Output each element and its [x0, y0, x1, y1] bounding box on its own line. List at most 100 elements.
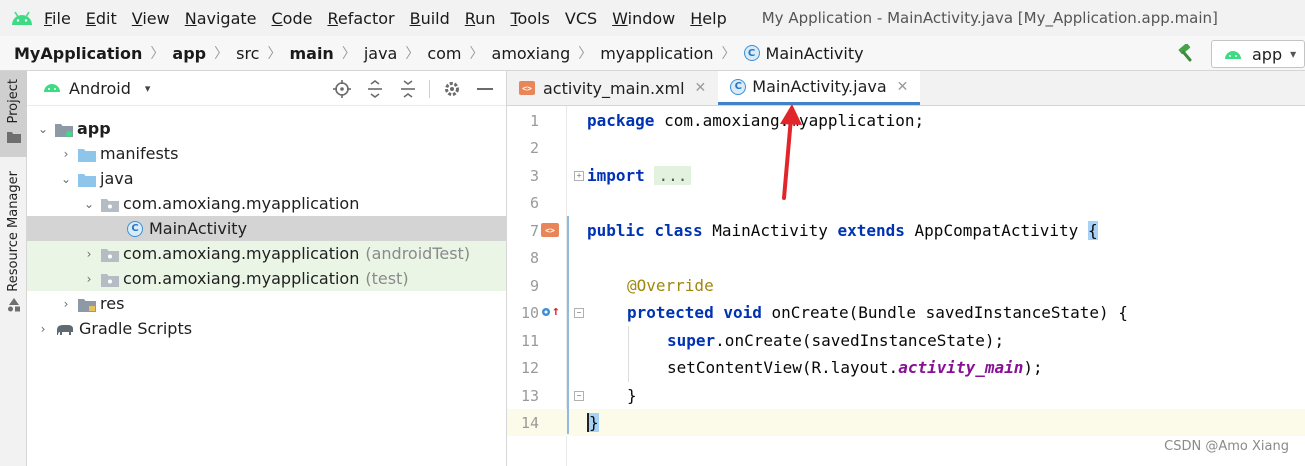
menu-item-edit[interactable]: Edit	[86, 9, 117, 28]
code-line[interactable]: 2	[507, 134, 1305, 161]
chevron-down-icon: ▾	[1290, 47, 1297, 61]
breadcrumb-item-main[interactable]: main	[289, 44, 333, 63]
code-line[interactable]: 12 setContentView(R.layout.activity_main…	[507, 354, 1305, 381]
menu-item-view[interactable]: View	[132, 9, 170, 28]
override-marker-icon[interactable]: ↑	[541, 304, 560, 319]
minimize-icon[interactable]	[474, 78, 496, 100]
menu-item-navigate[interactable]: Navigate	[185, 9, 257, 28]
code-line[interactable]: 6	[507, 189, 1305, 216]
tree-item-manifests[interactable]: › manifests	[27, 141, 506, 166]
breadcrumb-item-src[interactable]: src	[236, 44, 259, 63]
fold-end-icon[interactable]: −	[574, 391, 584, 401]
tree-item-package-test[interactable]: › com.amoxiang.myapplication (test)	[27, 266, 506, 291]
tool-tab-resource-manager[interactable]: Resource Manager	[0, 171, 27, 321]
tree-item-label: manifests	[100, 144, 179, 163]
tree-item-res[interactable]: › res	[27, 291, 506, 316]
run-configuration-select[interactable]: app ▾	[1211, 40, 1305, 68]
line-number: 8	[529, 248, 539, 267]
breadcrumb-separator: 〉	[405, 46, 420, 62]
tool-tab-label: Resource Manager	[6, 171, 21, 292]
tree-item-label: com.amoxiang.myapplication	[123, 244, 360, 263]
chevron-right-icon[interactable]: ›	[58, 146, 74, 162]
menu-item-tools[interactable]: Tools	[510, 9, 549, 28]
menu-item-file[interactable]: File	[44, 9, 71, 28]
resource-shapes-icon	[7, 297, 21, 316]
breadcrumb-separator: 〉	[341, 46, 356, 62]
tree-item-java[interactable]: ⌄ java	[27, 166, 506, 191]
chevron-down-icon[interactable]: ⌄	[81, 196, 97, 212]
tree-item-app[interactable]: ⌄ app	[27, 116, 506, 141]
menu-item-help[interactable]: Help	[690, 9, 726, 28]
package-folder-icon	[101, 197, 119, 212]
build-hammer-icon[interactable]	[1176, 43, 1198, 64]
line-number: 7	[529, 221, 539, 240]
menu-item-code[interactable]: Code	[272, 9, 313, 28]
project-view-select[interactable]: Android	[69, 79, 131, 98]
android-studio-logo-icon	[0, 0, 44, 36]
breadcrumb-item-myapplication[interactable]: MyApplication	[14, 44, 142, 63]
run-configuration-label: app	[1252, 44, 1283, 64]
breadcrumb-separator: 〉	[267, 46, 282, 62]
code-line[interactable]: 7 <> public class MainActivity extends A…	[507, 217, 1305, 244]
chevron-right-icon[interactable]: ›	[81, 246, 97, 262]
breadcrumb-item-myapplication[interactable]: myapplication	[600, 44, 713, 63]
tab-mainactivity-java[interactable]: C MainActivity.java ✕	[718, 71, 921, 105]
gradle-elephant-icon	[55, 322, 75, 336]
code-line-current[interactable]: 14 }	[507, 409, 1305, 436]
code-line[interactable]: 3 + import ...	[507, 162, 1305, 189]
chevron-down-icon[interactable]: ▾	[145, 82, 151, 95]
code-line[interactable]: 1 package com.amoxiang.myapplication;	[507, 107, 1305, 134]
chevron-right-icon[interactable]: ›	[58, 296, 74, 312]
code-line[interactable]: 11 super.onCreate(savedInstanceState);	[507, 327, 1305, 354]
breadcrumb-item-amoxiang[interactable]: amoxiang	[492, 44, 571, 63]
menu-bar: File Edit View Navigate Code Refactor Build Run…	[0, 0, 1305, 36]
tree-item-package-androidtest[interactable]: › com.amoxiang.myapplication (androidTes…	[27, 241, 506, 266]
resource-folder-icon	[78, 297, 96, 312]
folded-imports[interactable]: ...	[654, 166, 692, 185]
fold-collapse-icon[interactable]: −	[574, 308, 584, 318]
line-number: 13	[520, 386, 539, 405]
chevron-down-icon[interactable]: ⌄	[35, 121, 51, 137]
tool-tab-project[interactable]: Project	[0, 71, 27, 157]
fold-expand-icon[interactable]: +	[574, 171, 584, 181]
close-icon[interactable]: ✕	[695, 80, 707, 96]
expand-all-icon[interactable]	[364, 78, 386, 100]
class-icon: C	[730, 78, 747, 95]
code-line[interactable]: 10 ↑ − protected void onCreate(Bundle sa…	[507, 299, 1305, 326]
module-folder-icon	[55, 122, 73, 137]
gear-icon[interactable]	[441, 78, 463, 100]
menu-item-run[interactable]: Run	[465, 9, 496, 28]
breadcrumb-item-java[interactable]: java	[364, 44, 398, 63]
code-line[interactable]: 9 @Override	[507, 272, 1305, 299]
chevron-right-icon[interactable]: ›	[35, 321, 51, 337]
tree-item-gradle-scripts[interactable]: › Gradle Scripts	[27, 316, 506, 341]
breadcrumb-item-app[interactable]: app	[172, 44, 206, 63]
code-line[interactable]: 13 − }	[507, 382, 1305, 409]
breadcrumb-separator: 〉	[578, 46, 593, 62]
menu-item-window[interactable]: Window	[612, 9, 675, 28]
breadcrumb-item-mainactivity[interactable]: C MainActivity	[743, 44, 864, 63]
class-icon: C	[127, 220, 143, 237]
line-number: 10	[520, 303, 539, 322]
tree-item-package-main[interactable]: ⌄ com.amoxiang.myapplication	[27, 191, 506, 216]
menu-item-vcs[interactable]: VCS	[565, 9, 597, 28]
tab-label: activity_main.xml	[543, 78, 685, 98]
tree-item-mainactivity[interactable]: C MainActivity	[27, 216, 506, 241]
tool-tab-label: Project	[6, 79, 21, 124]
package-folder-icon	[101, 247, 119, 262]
tab-activity-main-xml[interactable]: <> activity_main.xml ✕	[507, 71, 718, 105]
chevron-right-icon[interactable]: ›	[81, 271, 97, 287]
close-icon[interactable]: ✕	[897, 79, 909, 95]
chevron-down-icon[interactable]: ⌄	[58, 171, 74, 187]
window-title: My Application - MainActivity.java [My_A…	[761, 9, 1218, 27]
collapse-all-icon[interactable]	[397, 78, 419, 100]
tree-item-suffix: (androidTest)	[365, 244, 471, 263]
related-layout-icon[interactable]: <>	[541, 223, 559, 237]
code-line[interactable]: 8	[507, 244, 1305, 271]
tree-item-suffix: (test)	[365, 269, 409, 288]
menu-item-refactor[interactable]: Refactor	[327, 9, 394, 28]
menu-item-build[interactable]: Build	[410, 9, 450, 28]
breadcrumb-item-com[interactable]: com	[427, 44, 461, 63]
code-area[interactable]: 1 package com.amoxiang.myapplication; 2 …	[507, 106, 1305, 466]
locate-crosshair-icon[interactable]	[331, 78, 353, 100]
